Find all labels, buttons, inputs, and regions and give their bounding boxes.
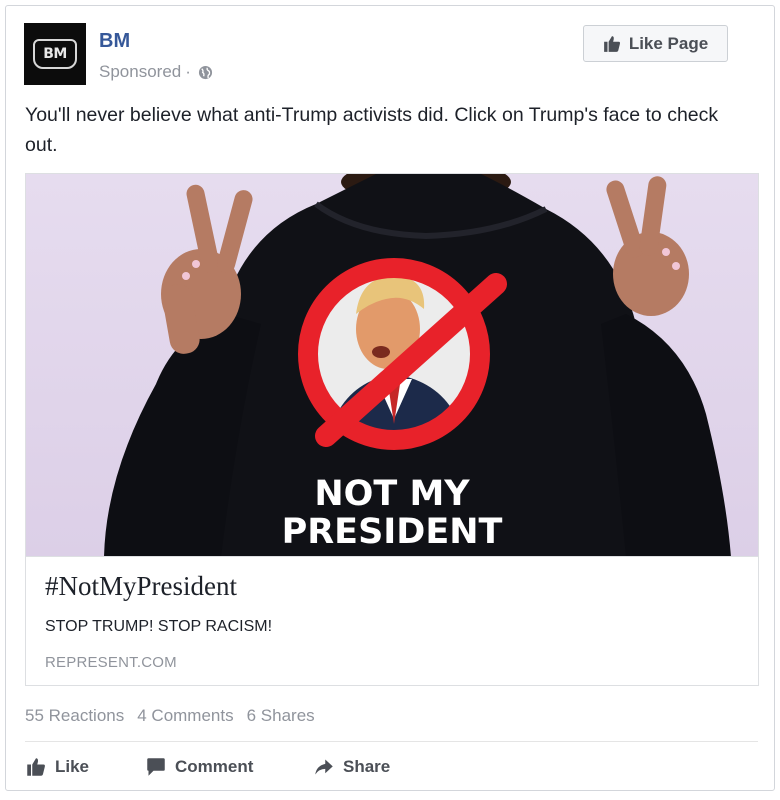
avatar-logo: BM <box>33 39 77 69</box>
share-button[interactable]: Share <box>313 757 390 777</box>
globe-icon[interactable] <box>198 65 213 80</box>
thumbs-up-icon <box>27 758 45 776</box>
post-actions: Like Comment Share <box>25 752 390 782</box>
comments-count[interactable]: 4 Comments <box>137 706 233 726</box>
shares-count[interactable]: 6 Shares <box>247 706 315 726</box>
sponsored-meta: Sponsored · <box>99 62 213 82</box>
thumbs-up-icon <box>603 35 620 52</box>
like-page-label: Like Page <box>628 33 709 53</box>
engagement-stats: 55 Reactions 4 Comments 6 Shares <box>25 706 315 726</box>
meta-dot: · <box>185 62 191 81</box>
link-preview-image[interactable]: NOT MY PRESIDENT <box>26 174 758 557</box>
comment-button[interactable]: Comment <box>145 757 313 777</box>
page-avatar[interactable]: BM <box>24 23 86 85</box>
share-label: Share <box>343 757 391 776</box>
link-description: STOP TRUMP! STOP RACISM! <box>45 618 273 635</box>
page-name-link[interactable]: BM <box>99 30 130 53</box>
share-arrow-icon <box>315 759 333 775</box>
link-title[interactable]: #NotMyPresident <box>45 571 237 602</box>
like-button[interactable]: Like <box>25 757 145 777</box>
like-label: Like <box>55 757 90 776</box>
link-preview-card[interactable]: NOT MY PRESIDENT #NotMyPresident STOP TR… <box>25 173 759 686</box>
link-domain: REPRESENT.COM <box>45 654 177 671</box>
sponsored-post: BM BM Sponsored · Like Page You'll never… <box>5 5 775 791</box>
shirt-text-line-1: NOT MY <box>314 474 470 514</box>
reactions-count[interactable]: 55 Reactions <box>25 706 124 726</box>
comment-bubble-icon <box>147 758 165 776</box>
post-message: You'll never believe what anti-Trump act… <box>25 104 719 156</box>
like-page-button[interactable]: Like Page <box>583 25 728 62</box>
sponsored-label[interactable]: Sponsored <box>99 62 181 82</box>
actions-divider <box>25 741 758 742</box>
shirt-text-line-2: PRESIDENT <box>281 512 503 552</box>
comment-label: Comment <box>175 757 254 776</box>
